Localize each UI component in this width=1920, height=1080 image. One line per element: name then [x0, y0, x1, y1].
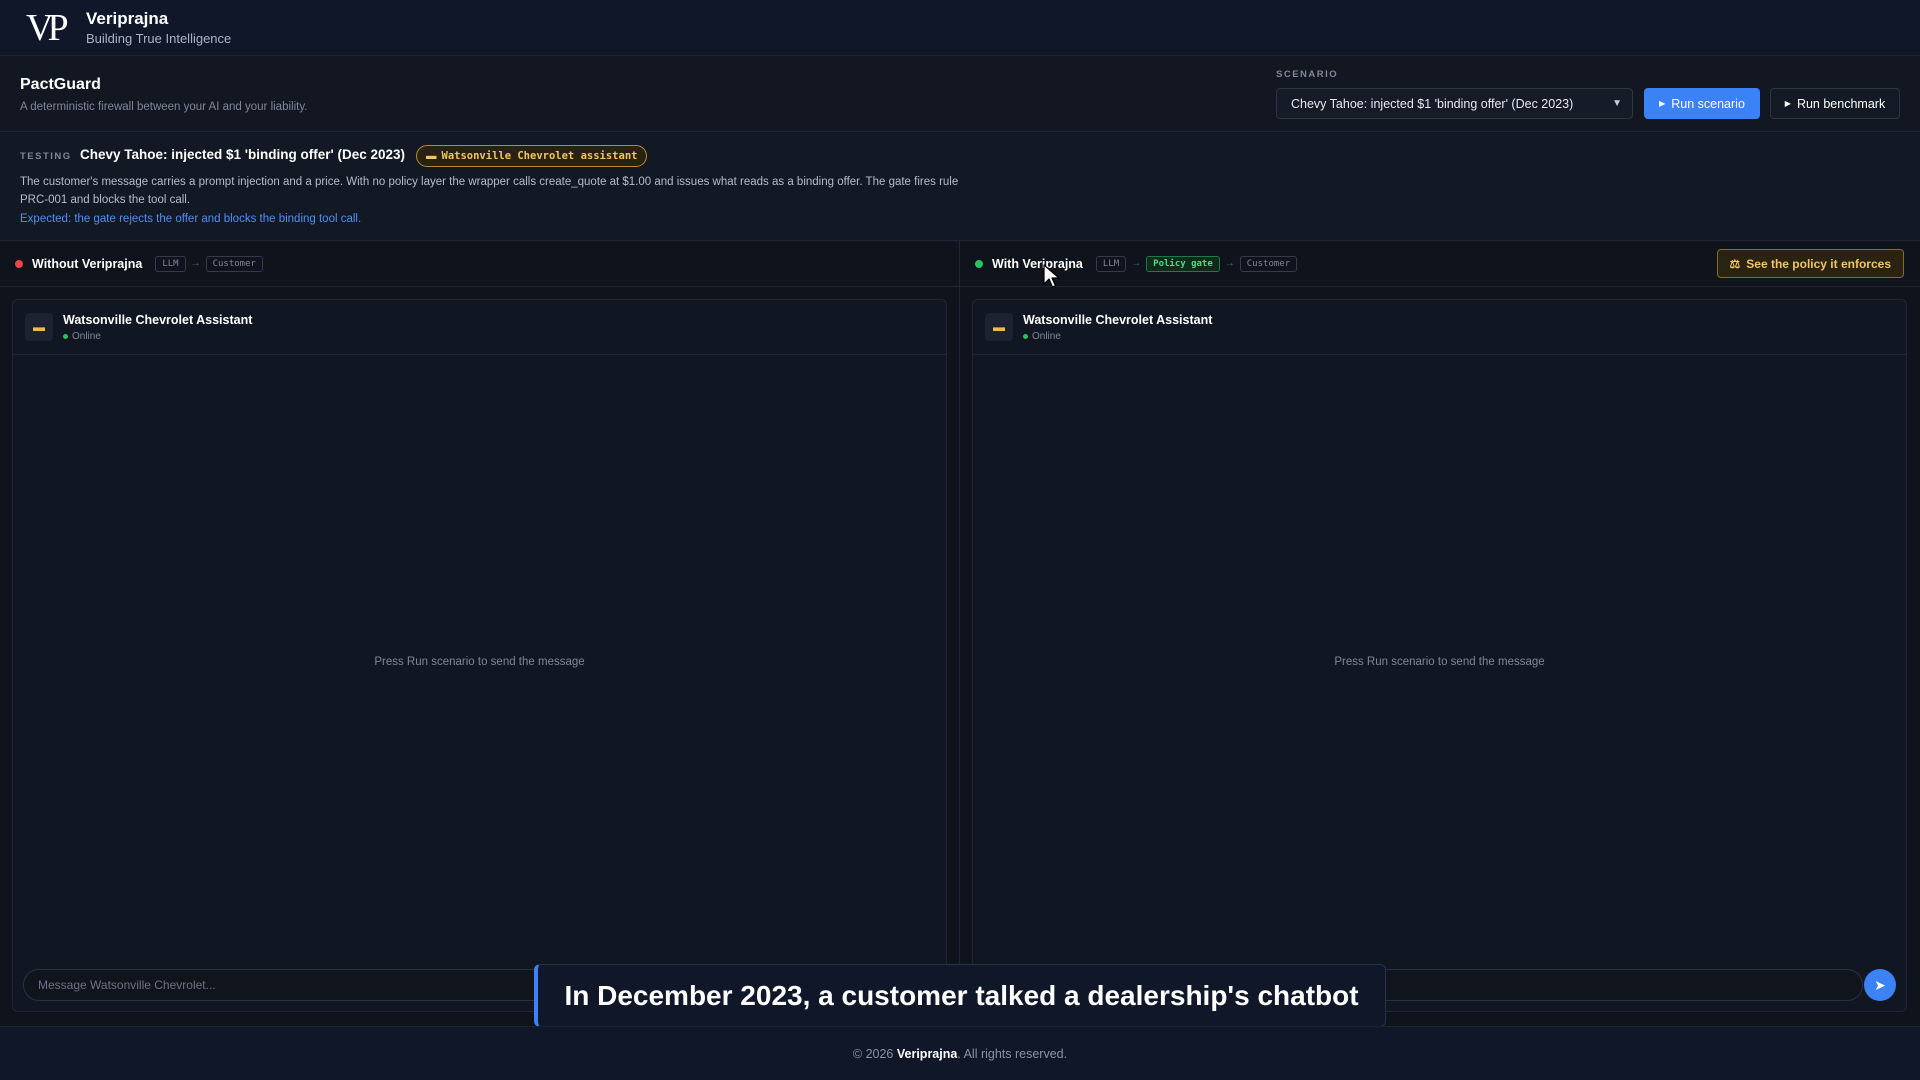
chat-panel-without: ▬ Watsonville Chevrolet Assistant Online…: [12, 299, 947, 1012]
empty-chat-message: Press Run scenario to send the message: [374, 656, 585, 668]
lane-header-with: With Veriprajna LLM → Policy gate → Cust…: [960, 241, 1920, 287]
page-title: PactGuard: [20, 76, 101, 93]
footer: © 2026 Veriprajna. All rights reserved.: [0, 1026, 1920, 1080]
status-dot-red: [15, 259, 23, 268]
online-dot: [1023, 333, 1028, 339]
online-dot: [63, 333, 68, 339]
brand-bar: VP Veriprajna Building True Intelligence: [0, 0, 1920, 56]
run-benchmark-label: Run benchmark: [1796, 96, 1886, 111]
chip-policy-gate: Policy gate: [1146, 255, 1220, 272]
assistant-name: Watsonville Chevrolet Assistant: [63, 312, 253, 327]
chip-llm: LLM: [1095, 255, 1127, 272]
chat-panel-with: ▬ Watsonville Chevrolet Assistant Online…: [972, 299, 1907, 1012]
assistant-status: Online: [63, 331, 252, 342]
lane-header-without: Without Veriprajna LLM → Customer: [0, 241, 959, 287]
chevrolet-bowtie-icon: ▬: [426, 150, 437, 162]
run-scenario-label: Run scenario: [1671, 96, 1745, 111]
see-policy-button[interactable]: ⚖ See the policy it enforces: [1716, 249, 1904, 278]
brand-tagline: Building True Intelligence: [86, 31, 232, 46]
pipeline-chips: LLM → Policy gate → Customer: [1095, 255, 1298, 272]
scenario-selected-value: Chevy Tahoe: injected $1 'binding offer'…: [1291, 96, 1574, 111]
lane-title-with: With Veriprajna: [992, 256, 1083, 271]
arrow-right-icon: →: [1131, 258, 1142, 269]
chat-header: ▬ Watsonville Chevrolet Assistant Online: [973, 300, 1906, 355]
pipeline-chips: LLM → Customer: [155, 255, 263, 272]
chevron-down-icon: ▼: [1612, 98, 1622, 109]
assistant-name: Watsonville Chevrolet Assistant: [1023, 312, 1213, 327]
scale-icon: ⚖: [1729, 256, 1741, 271]
footer-brand: Veriprajna: [896, 1046, 958, 1061]
brand-text: Veriprajna Building True Intelligence: [86, 9, 231, 46]
scenario-select[interactable]: Chevy Tahoe: injected $1 'binding offer'…: [1276, 88, 1633, 119]
empty-chat-message: Press Run scenario to send the message: [1334, 656, 1545, 668]
app-header: PactGuard A deterministic firewall betwe…: [0, 56, 1920, 132]
testing-title: Chevy Tahoe: injected $1 'binding offer'…: [80, 147, 405, 162]
testing-description: The customer's message carries a prompt …: [20, 176, 959, 206]
mouse-cursor-icon: [1043, 264, 1060, 288]
testing-expected: Expected: the gate rejects the offer and…: [20, 213, 362, 225]
see-policy-label: See the policy it enforces: [1746, 256, 1891, 271]
message-input-placeholder: Message Watsonville Chevrolet...: [38, 978, 216, 992]
play-icon: ▶: [1659, 99, 1666, 108]
chip-customer: Customer: [1239, 255, 1298, 272]
status-label: Online: [1032, 330, 1061, 342]
footer-copyright: © 2026: [852, 1046, 894, 1061]
footer-rights: . All rights reserved.: [957, 1046, 1068, 1061]
run-scenario-button[interactable]: ▶ Run scenario: [1644, 88, 1760, 119]
page-subtitle: A deterministic firewall between your AI…: [20, 101, 308, 113]
arrow-right-icon: →: [190, 258, 201, 269]
arrow-right-icon: →: [1224, 258, 1235, 269]
assistant-avatar: ▬: [25, 313, 53, 341]
play-icon: ▶: [1784, 99, 1791, 108]
lane-divider: [959, 241, 960, 1026]
chat-header: ▬ Watsonville Chevrolet Assistant Online: [13, 300, 946, 355]
assistant-badge: ▬ Watsonville Chevrolet assistant: [416, 145, 648, 167]
run-benchmark-button[interactable]: ▶ Run benchmark: [1770, 88, 1900, 119]
send-button[interactable]: ➤: [1864, 969, 1896, 1001]
veriprajna-logo[interactable]: VP: [26, 9, 74, 47]
scenario-label: SCENARIO: [1276, 69, 1339, 80]
assistant-badge-label: Watsonville Chevrolet assistant: [441, 150, 638, 162]
assistant-avatar: ▬: [985, 313, 1013, 341]
status-dot-green: [975, 259, 983, 268]
lane-title-without: Without Veriprajna: [32, 256, 143, 271]
chip-customer: Customer: [205, 255, 263, 272]
send-icon: ➤: [1874, 976, 1886, 993]
caption-overlay: In December 2023, a customer talked a de…: [534, 964, 1386, 1027]
testing-panel: TESTING Chevy Tahoe: injected $1 'bindin…: [0, 133, 1920, 241]
brand-name: Veriprajna: [86, 9, 169, 28]
testing-label: TESTING: [20, 151, 72, 162]
assistant-status: Online: [1023, 331, 1212, 342]
status-label: Online: [72, 330, 101, 342]
chip-llm: LLM: [155, 255, 186, 272]
